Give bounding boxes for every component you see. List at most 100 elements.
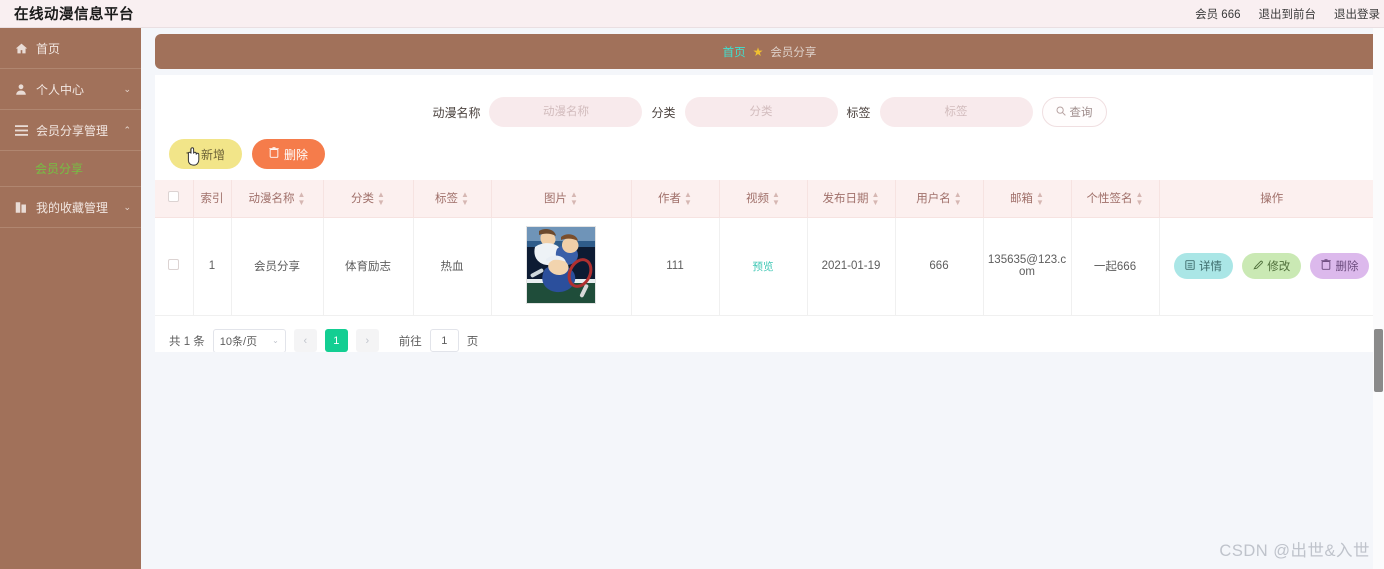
select-all-header xyxy=(155,180,194,218)
list-icon xyxy=(14,123,28,137)
col-tag[interactable]: 标签 ▲ ▼ xyxy=(413,180,492,218)
sidebar-item-home[interactable]: 首页 xyxy=(0,28,141,69)
sidebar-subitem-member-share-label: 会员分享 xyxy=(35,162,84,176)
col-operations: 操作 xyxy=(1159,180,1384,218)
next-page-button[interactable]: › xyxy=(355,329,379,352)
cell-image xyxy=(491,217,632,316)
search-icon xyxy=(1056,105,1066,119)
cell-operations: 详情 修改 删除 xyxy=(1159,217,1384,316)
breadcrumb-home-link[interactable]: 首页 xyxy=(723,44,746,60)
col-author[interactable]: 作者 ▲ ▼ xyxy=(631,180,720,218)
breadcrumb: 首页 ★ 会员分享 xyxy=(155,34,1384,69)
col-anime-name[interactable]: 动漫名称 ▲ ▼ xyxy=(231,180,324,218)
col-video-label: 视频 xyxy=(746,192,770,205)
sidebar-item-personal-center[interactable]: 个人中心 ⌄ xyxy=(0,69,141,110)
col-index: 索引 xyxy=(193,180,232,218)
total-count-label: 共 1 条 xyxy=(169,335,205,348)
select-all-checkbox[interactable] xyxy=(168,191,180,203)
sort-icon[interactable]: ▲ ▼ xyxy=(954,190,962,207)
col-username-label: 用户名 xyxy=(916,192,951,205)
anime-name-input[interactable] xyxy=(489,97,643,127)
vertical-scrollbar-track[interactable] xyxy=(1373,28,1384,569)
cell-tag: 热血 xyxy=(413,217,492,316)
vertical-scrollbar-thumb[interactable] xyxy=(1374,329,1383,392)
breadcrumb-current: 会员分享 xyxy=(770,46,817,59)
user-icon xyxy=(14,82,28,96)
cell-anime-name: 会员分享 xyxy=(231,217,324,316)
top-header-bar: 在线动漫信息平台 会员 666 退出到前台 退出登录 xyxy=(0,0,1384,28)
row-delete-button[interactable]: 删除 xyxy=(1310,252,1370,279)
sidebar-item-home-label: 首页 xyxy=(36,41,61,56)
col-publish-date[interactable]: 发布日期 ▲ ▼ xyxy=(807,180,896,218)
sort-icon[interactable]: ▲ ▼ xyxy=(1036,190,1044,207)
star-icon: ★ xyxy=(752,44,764,59)
sort-icon[interactable]: ▲ ▼ xyxy=(872,190,880,207)
jump-to-label: 前往 xyxy=(398,335,422,348)
col-email-label: 邮箱 xyxy=(1010,192,1034,205)
anime-name-label: 动漫名称 xyxy=(432,105,481,120)
sort-icon[interactable]: ▲ ▼ xyxy=(377,190,385,207)
sidebar: 首页 个人中心 ⌄ 会员分享管理 ⌃ 会员分享 我的收藏管理 ⌄ xyxy=(0,28,141,569)
col-image[interactable]: 图片 ▲ ▼ xyxy=(491,180,632,218)
query-button[interactable]: 查询 xyxy=(1041,97,1107,127)
sidebar-subitem-member-share[interactable]: 会员分享 xyxy=(0,151,141,187)
col-signature-label: 个性签名 xyxy=(1086,192,1133,205)
col-index-label: 索引 xyxy=(200,193,224,206)
sort-icon[interactable]: ▲ ▼ xyxy=(1136,190,1144,207)
batch-delete-button-label: 删除 xyxy=(284,147,309,162)
logout-link[interactable]: 退出登录 xyxy=(1334,6,1380,22)
cell-video: 预览 xyxy=(719,217,808,316)
sort-icon[interactable]: ▲ ▼ xyxy=(772,190,780,207)
exit-to-frontend-link[interactable]: 退出到前台 xyxy=(1259,6,1317,22)
cell-category: 体育励志 xyxy=(323,217,414,316)
col-video[interactable]: 视频 ▲ ▼ xyxy=(719,180,808,218)
sidebar-item-member-share-mgmt[interactable]: 会员分享管理 ⌃ xyxy=(0,110,141,151)
col-anime-name-label: 动漫名称 xyxy=(248,192,295,205)
data-table: 索引 动漫名称 ▲ ▼ 分类 ▲ ▼ 标签 ▲ ▼ 图片 ▲ ▼ 作者 ▲ ▼ 视频 ▲ ▼ 发布日期 ▲… xyxy=(155,180,1384,316)
col-image-label: 图片 xyxy=(544,192,568,205)
col-username[interactable]: 用户名 ▲ ▼ xyxy=(895,180,984,218)
chevron-down-icon: ⌄ xyxy=(272,336,279,345)
tag-input[interactable] xyxy=(879,97,1033,127)
prev-page-button[interactable]: ‹ xyxy=(293,329,317,352)
table-toolbar: 新增 删除 xyxy=(155,127,1384,169)
pagination: 共 1 条 10条/页 ⌄ ‹ 1 › 前往 页 xyxy=(155,316,1384,352)
col-tag-label: 标签 xyxy=(435,192,459,205)
anime-thumbnail-image[interactable] xyxy=(526,225,596,304)
col-email[interactable]: 邮箱 ▲ ▼ xyxy=(983,180,1072,218)
content-panel: 动漫名称 分类 标签 查询 新增 xyxy=(155,75,1384,352)
search-form: 动漫名称 分类 标签 查询 xyxy=(155,75,1384,127)
page-number-1[interactable]: 1 xyxy=(324,329,348,352)
category-input[interactable] xyxy=(684,97,838,127)
col-operations-label: 操作 xyxy=(1260,193,1284,206)
sort-icon[interactable]: ▲ ▼ xyxy=(298,190,306,207)
sidebar-item-personal-center-label: 个人中心 xyxy=(36,82,85,97)
col-category[interactable]: 分类 ▲ ▼ xyxy=(323,180,414,218)
sort-icon[interactable]: ▲ ▼ xyxy=(684,190,692,207)
app-title: 在线动漫信息平台 xyxy=(14,7,134,23)
add-button[interactable]: 新增 xyxy=(169,139,243,169)
row-checkbox[interactable] xyxy=(168,259,180,270)
batch-delete-button[interactable]: 删除 xyxy=(252,139,326,169)
edit-button-label: 修改 xyxy=(1267,261,1291,274)
sidebar-item-my-favorites-mgmt[interactable]: 我的收藏管理 ⌄ xyxy=(0,187,141,228)
book-icon xyxy=(14,200,28,214)
jump-to-page-input[interactable] xyxy=(429,329,459,352)
cell-author: 111 xyxy=(631,217,720,316)
video-preview-link[interactable]: 预览 xyxy=(753,261,774,273)
page-size-value: 10条/页 xyxy=(219,335,258,348)
sidebar-item-member-share-mgmt-label: 会员分享管理 xyxy=(36,123,109,138)
col-category-label: 分类 xyxy=(351,192,375,205)
detail-button[interactable]: 详情 xyxy=(1174,253,1234,280)
row-delete-button-label: 删除 xyxy=(1335,260,1359,273)
home-icon xyxy=(14,41,28,55)
pencil-icon xyxy=(1253,260,1264,273)
col-signature[interactable]: 个性签名 ▲ ▼ xyxy=(1071,180,1160,218)
row-select-cell xyxy=(155,217,194,316)
trash-icon xyxy=(269,147,279,161)
sort-icon[interactable]: ▲ ▼ xyxy=(570,190,578,207)
sort-icon[interactable]: ▲ ▼ xyxy=(461,190,469,207)
page-size-select[interactable]: 10条/页 ⌄ xyxy=(212,328,286,352)
edit-button[interactable]: 修改 xyxy=(1242,253,1302,280)
col-author-label: 作者 xyxy=(658,192,682,205)
